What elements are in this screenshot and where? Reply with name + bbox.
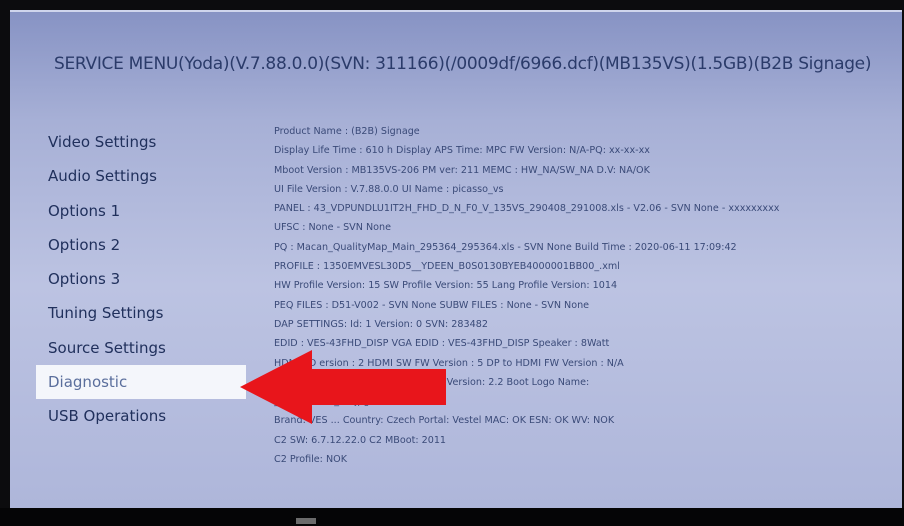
tv-stand-marker <box>296 518 316 524</box>
menu-item-diagnostic[interactable]: Diagnostic <box>36 365 246 400</box>
service-menu-sidebar: Video Settings Audio Settings Options 1 … <box>36 125 246 434</box>
menu-item-options-2[interactable]: Options 2 <box>36 228 246 262</box>
menu-item-usb-operations[interactable]: USB Operations <box>36 399 246 433</box>
menu-item-options-1[interactable]: Options 1 <box>36 194 246 228</box>
info-line: Mboot Version : MB135VS-206 PM ver: 211 … <box>274 164 650 176</box>
info-line: PQ : Macan_QualityMap_Main_295364_295364… <box>274 241 737 253</box>
info-line: HW Profile Version: 15 SW Profile Versio… <box>274 280 618 292</box>
menu-item-audio-settings[interactable]: Audio Settings <box>36 159 246 193</box>
info-line: UI File Version : V.7.88.0.0 UI Name : p… <box>274 183 504 195</box>
menu-item-options-3[interactable]: Options 3 <box>36 262 246 296</box>
info-line: DAP SETTINGS: Id: 1 Version: 0 SVN: 2834… <box>274 318 488 330</box>
info-line: Product Name : (B2B) Signage <box>274 126 420 137</box>
tv-screen: SERVICE MENU(Yoda)(V.7.88.0.0)(SVN: 3111… <box>10 10 902 510</box>
red-arrow-icon <box>240 350 446 424</box>
tv-bezel-bottom <box>0 508 904 526</box>
page-title: SERVICE MENU(Yoda)(V.7.88.0.0)(SVN: 3111… <box>54 54 872 74</box>
menu-item-tuning-settings[interactable]: Tuning Settings <box>36 296 246 330</box>
info-line: C2 SW: 6.7.12.22.0 C2 MBoot: 2011 <box>274 434 447 446</box>
menu-item-source-settings[interactable]: Source Settings <box>36 331 246 365</box>
info-line: Display Life Time : 610 h Display APS Ti… <box>274 145 650 157</box>
info-line: PANEL : 43_VDPUNDLU1IT2H_FHD_D_N_F0_V_13… <box>274 203 780 215</box>
info-line: UFSC : None - SVN None <box>274 222 391 234</box>
info-line: PEQ FILES : D51-V002 - SVN None SUBW FIL… <box>274 299 590 311</box>
info-line: C2 Profile: NOK <box>274 454 347 466</box>
menu-item-video-settings[interactable]: Video Settings <box>36 125 246 159</box>
info-line: PROFILE : 1350EMVESL30D5__YDEEN_B0S0130B… <box>274 261 620 273</box>
